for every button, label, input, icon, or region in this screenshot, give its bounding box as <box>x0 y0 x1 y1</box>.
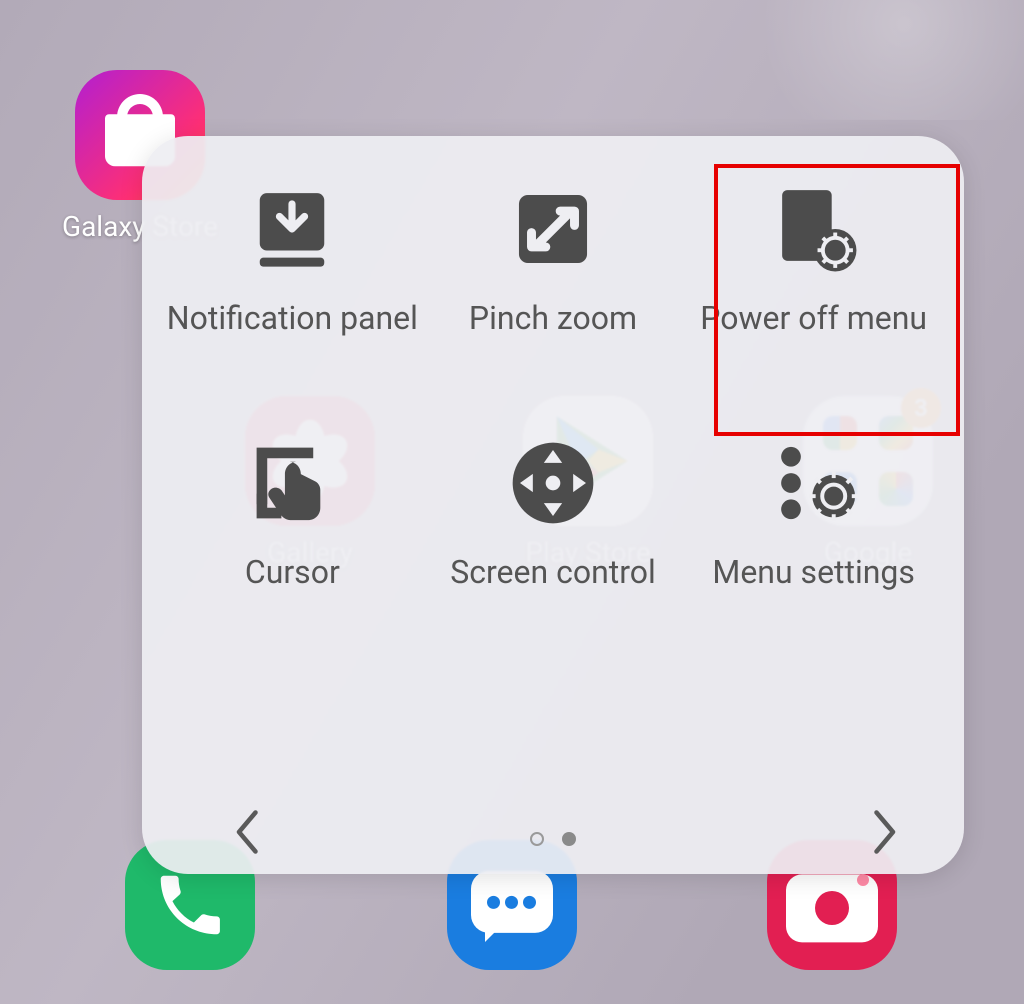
menu-settings-icon <box>765 434 863 532</box>
power-off-menu-icon <box>765 180 863 278</box>
menu-item-notification-panel[interactable]: Notification panel <box>162 180 423 378</box>
notification-panel-icon <box>243 180 341 278</box>
page-next-button[interactable] <box>856 804 912 860</box>
menu-item-pinch-zoom[interactable]: Pinch zoom <box>423 180 684 378</box>
menu-item-label: Menu settings <box>712 554 915 632</box>
menu-item-menu-settings[interactable]: Menu settings <box>683 434 944 632</box>
menu-item-screen-control[interactable]: Screen control <box>423 434 684 632</box>
page-indicator <box>142 832 964 846</box>
assistant-menu-grid: Notification panel Pinch zoom <box>162 180 944 632</box>
pinch-zoom-icon <box>504 180 602 278</box>
screen-control-icon <box>504 434 602 532</box>
page-dot-active[interactable] <box>562 832 576 846</box>
assistant-menu-panel: Notification panel Pinch zoom <box>142 136 964 874</box>
menu-item-label: Notification panel <box>167 300 418 378</box>
menu-item-label: Cursor <box>245 554 340 632</box>
menu-item-label: Pinch zoom <box>469 300 637 378</box>
menu-item-label: Screen control <box>450 554 656 632</box>
menu-item-power-off-menu[interactable]: Power off menu <box>683 180 944 378</box>
menu-item-cursor[interactable]: Cursor <box>162 434 423 632</box>
page-dot[interactable] <box>530 832 544 846</box>
menu-item-label: Power off menu <box>700 300 927 378</box>
cursor-icon <box>243 434 341 532</box>
